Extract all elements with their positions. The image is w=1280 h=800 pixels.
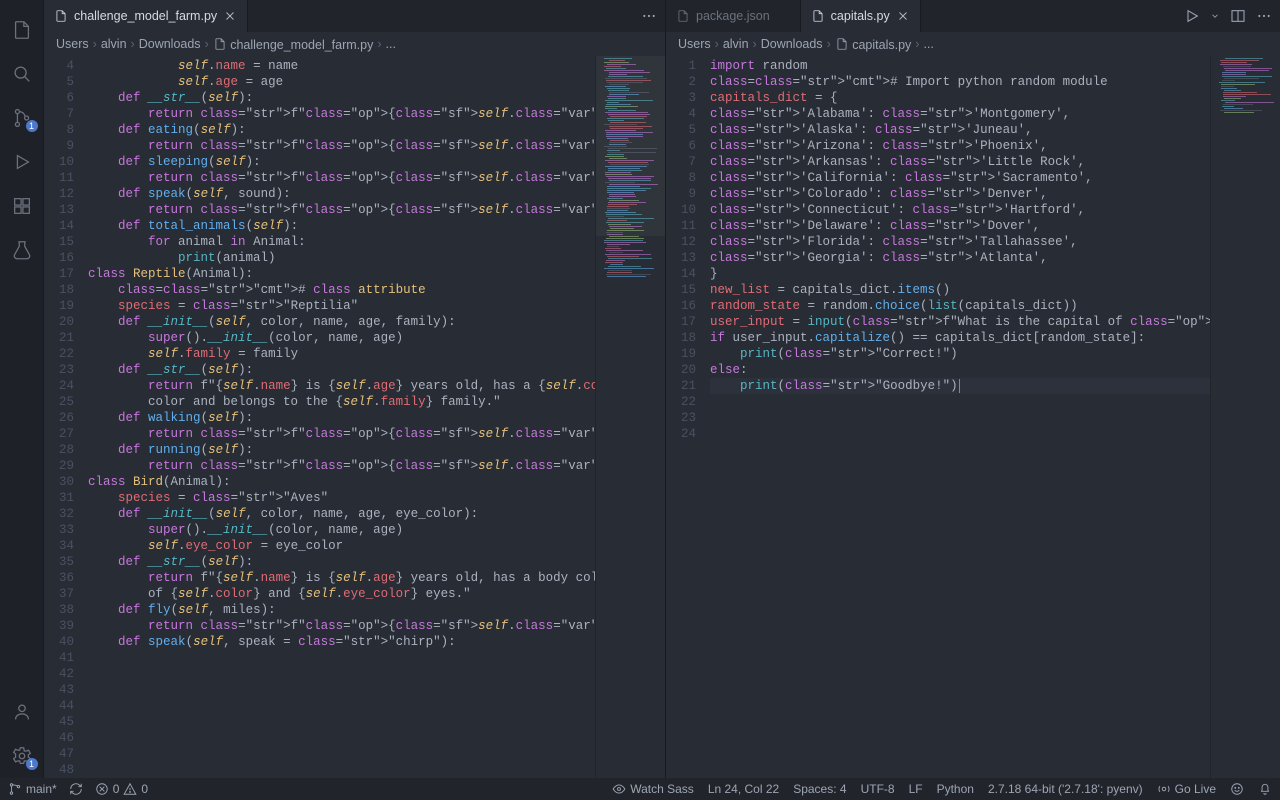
breadcrumbs-right[interactable]: Users › alvin › Downloads › capitals.py … xyxy=(666,32,1280,56)
cursor-position[interactable]: Ln 24, Col 22 xyxy=(708,782,779,796)
line-gutter: 123456789101112131415161718192021222324 xyxy=(666,56,710,778)
source-control-badge: 1 xyxy=(26,120,38,132)
status-bar: main* 0 0 Watch Sass Ln 24, Col 22 Space… xyxy=(0,778,1280,800)
editor-right[interactable]: 123456789101112131415161718192021222324 … xyxy=(666,56,1280,778)
split-editor-icon[interactable] xyxy=(1230,8,1246,24)
file-icon xyxy=(676,9,690,23)
testing-icon[interactable] xyxy=(0,228,44,272)
tab-label: package.json xyxy=(696,9,770,23)
breadcrumb-segment[interactable]: Downloads xyxy=(139,37,201,51)
minimap[interactable] xyxy=(1210,56,1280,778)
chevron-down-icon[interactable] xyxy=(1210,8,1220,24)
tab-label: challenge_model_farm.py xyxy=(74,9,217,23)
tab[interactable]: challenge_model_farm.py xyxy=(44,0,248,32)
encoding[interactable]: UTF-8 xyxy=(861,782,895,796)
editor-region: challenge_model_farm.py Users › alvin › … xyxy=(44,0,1280,778)
settings-badge: 1 xyxy=(26,758,38,770)
breadcrumb-segment[interactable]: alvin xyxy=(101,37,127,51)
breadcrumb-segment[interactable]: Users xyxy=(678,37,711,51)
tab[interactable]: capitals.py xyxy=(801,0,921,32)
editor-actions-more-icon[interactable] xyxy=(641,8,657,24)
breadcrumb-segment[interactable]: alvin xyxy=(723,37,749,51)
line-gutter: 4567891011121314151617181920212223242526… xyxy=(44,56,88,778)
notifications-icon[interactable] xyxy=(1258,782,1272,796)
editor-actions-more-icon[interactable] xyxy=(1256,8,1272,24)
problems[interactable]: 0 0 xyxy=(95,782,148,796)
tabs-left: challenge_model_farm.py xyxy=(44,0,665,32)
eol[interactable]: LF xyxy=(909,782,923,796)
settings-gear-icon[interactable]: 1 xyxy=(0,734,44,778)
tab[interactable]: package.json xyxy=(666,0,801,32)
sync-icon[interactable] xyxy=(69,782,83,796)
git-branch[interactable]: main* xyxy=(8,782,57,796)
explorer-icon[interactable] xyxy=(0,8,44,52)
watch-sass[interactable]: Watch Sass xyxy=(612,782,694,796)
file-icon xyxy=(54,9,68,23)
minimap[interactable] xyxy=(595,56,665,778)
tabs-right: package.json capitals.py xyxy=(666,0,1280,32)
breadcrumbs-left[interactable]: Users › alvin › Downloads › challenge_mo… xyxy=(44,32,665,56)
accounts-icon[interactable] xyxy=(0,690,44,734)
python-interpreter[interactable]: 2.7.18 64-bit ('2.7.18': pyenv) xyxy=(988,782,1143,796)
breadcrumb-segment[interactable]: challenge_model_farm.py xyxy=(213,37,374,52)
breadcrumb-segment[interactable]: capitals.py xyxy=(835,37,912,52)
tab-label: capitals.py xyxy=(831,9,890,23)
breadcrumb-segment[interactable]: Users xyxy=(56,37,89,51)
close-icon[interactable] xyxy=(223,9,237,23)
indent[interactable]: Spaces: 4 xyxy=(793,782,846,796)
editor-group-right: package.json capitals.py Users › alvin › … xyxy=(666,0,1280,778)
close-icon[interactable] xyxy=(896,9,910,23)
language-mode[interactable]: Python xyxy=(937,782,974,796)
run-file-icon[interactable] xyxy=(1184,8,1200,24)
editor-group-left: challenge_model_farm.py Users › alvin › … xyxy=(44,0,666,778)
source-control-icon[interactable]: 1 xyxy=(0,96,44,140)
breadcrumb-segment[interactable]: Downloads xyxy=(761,37,823,51)
feedback-icon[interactable] xyxy=(1230,782,1244,796)
search-icon[interactable] xyxy=(0,52,44,96)
breadcrumb-segment[interactable]: ... xyxy=(923,37,933,51)
breadcrumb-segment[interactable]: ... xyxy=(386,37,396,51)
extensions-icon[interactable] xyxy=(0,184,44,228)
file-icon xyxy=(811,9,825,23)
go-live[interactable]: Go Live xyxy=(1157,782,1216,796)
run-debug-icon[interactable] xyxy=(0,140,44,184)
editor-left[interactable]: 4567891011121314151617181920212223242526… xyxy=(44,56,665,778)
activity-bar: 1 1 xyxy=(0,0,44,778)
